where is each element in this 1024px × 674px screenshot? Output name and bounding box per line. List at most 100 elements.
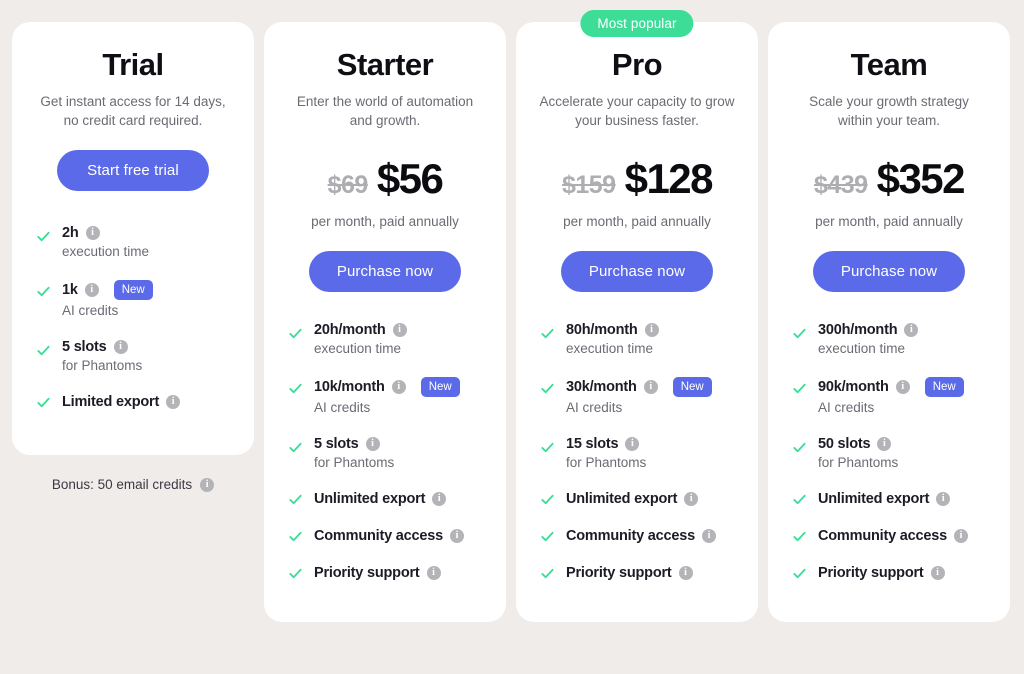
new-badge[interactable]: New <box>672 377 712 398</box>
feature-subtitle: for Phantoms <box>566 455 647 471</box>
purchase-now-button-starter[interactable]: Purchase now <box>309 251 461 293</box>
info-icon[interactable]: i <box>684 492 699 507</box>
feature-item: Unlimited export i <box>534 491 740 507</box>
feature-item: 20h/month i execution time <box>282 322 488 356</box>
price-note-pro: per month, paid annually <box>563 214 711 230</box>
feature-subtitle: AI credits <box>314 400 371 416</box>
plan-card-pro: Most popular Pro Accelerate your capacity … <box>516 10 758 623</box>
info-icon[interactable]: i <box>449 529 464 544</box>
info-icon[interactable]: i <box>365 437 380 452</box>
purchase-now-button-pro[interactable]: Purchase now <box>561 251 713 293</box>
info-icon[interactable]: i <box>113 340 128 355</box>
feature-title: 300h/month <box>818 322 898 339</box>
check-icon <box>288 326 303 341</box>
feature-title: Limited export <box>62 394 160 411</box>
feature-main-row: 30k/month i New <box>566 377 712 398</box>
price-original-pro: $159 <box>561 171 616 200</box>
info-icon[interactable]: i <box>953 529 968 544</box>
pricing-plans-grid: Trial Get instant access for 14 days, no … <box>0 0 1024 623</box>
info-icon[interactable]: i <box>85 226 100 241</box>
plan-title-team: Team <box>850 47 928 82</box>
feature-body: 80h/month i execution time <box>566 322 659 356</box>
feature-body: 2h i execution time <box>62 225 149 259</box>
feature-item: Priority support i <box>534 565 740 581</box>
feature-title: Community access <box>314 528 443 545</box>
feature-item: Priority support i <box>786 565 992 581</box>
plan-description-team: Scale your growth strategy within your t… <box>809 94 969 129</box>
feature-title: 15 slots <box>566 436 619 453</box>
price-original-starter: $69 <box>327 171 369 200</box>
feature-item: 5 slots i for Phantoms <box>30 339 236 373</box>
plan-column-team: Team Scale your growth strategy within yo… <box>768 22 1010 623</box>
plan-column-pro: Most popular Pro Accelerate your capacity … <box>516 10 758 623</box>
info-icon[interactable]: i <box>391 380 406 395</box>
bonus-row: Bonus: 50 email credits i <box>12 477 254 492</box>
feature-body: Priority support i <box>314 565 441 581</box>
info-icon[interactable]: i <box>678 566 693 581</box>
feature-title: Priority support <box>314 565 420 582</box>
price-note-starter: per month, paid annually <box>311 214 459 230</box>
plan-card-trial: Trial Get instant access for 14 days, no … <box>12 22 254 456</box>
info-icon[interactable]: i <box>432 492 447 507</box>
check-icon <box>792 326 807 341</box>
feature-main-row: Unlimited export i <box>566 491 699 507</box>
feature-subtitle: execution time <box>62 244 150 260</box>
most-popular-badge: Most popular <box>580 10 694 37</box>
info-icon[interactable]: i <box>625 437 640 452</box>
feature-main-row: Unlimited export i <box>818 491 951 508</box>
new-badge[interactable]: New <box>113 280 153 301</box>
feature-main-row: Community access i <box>566 528 716 544</box>
info-icon[interactable]: i <box>166 395 181 410</box>
purchase-now-button-team[interactable]: Purchase now <box>813 251 965 293</box>
feature-body: 5 slots i for Phantoms <box>314 436 394 470</box>
feature-subtitle: execution time <box>818 341 906 357</box>
check-icon <box>540 529 555 544</box>
feature-list-pro: 80h/month i execution time 30k/month i New AI … <box>534 322 740 581</box>
info-icon[interactable]: i <box>426 566 441 581</box>
new-badge[interactable]: New <box>924 377 964 398</box>
feature-main-row: Community access i <box>818 528 968 544</box>
feature-main-row: Unlimited export i <box>314 491 447 507</box>
feature-list-trial: 2h i execution time 1k i New AI credits 5 slots… <box>30 225 236 410</box>
price-current-starter: $56 <box>376 155 444 203</box>
feature-main-row: Community access i <box>314 528 464 544</box>
info-icon[interactable]: i <box>904 323 919 338</box>
feature-subtitle: for Phantoms <box>314 455 395 471</box>
info-icon[interactable]: i <box>84 283 99 298</box>
feature-body: Community access i <box>314 528 464 544</box>
plan-title-starter: Starter <box>336 47 434 82</box>
feature-title: 10k/month <box>314 379 385 396</box>
info-icon[interactable]: i <box>200 477 215 492</box>
info-icon[interactable]: i <box>895 380 910 395</box>
info-icon[interactable]: i <box>643 380 658 395</box>
plan-title-trial: Trial <box>102 47 164 82</box>
feature-body: Priority support i <box>566 565 693 581</box>
feature-body: 1k i New AI credits <box>62 280 153 318</box>
feature-title: 5 slots <box>314 436 359 453</box>
info-icon[interactable]: i <box>701 529 716 544</box>
feature-main-row: 2h i <box>62 225 149 241</box>
feature-subtitle: for Phantoms <box>62 358 143 374</box>
check-icon <box>792 529 807 544</box>
feature-main-row: 5 slots i <box>314 436 394 452</box>
info-icon[interactable]: i <box>936 492 951 507</box>
feature-list-starter: 20h/month i execution time 10k/month i New AI … <box>282 322 488 581</box>
info-icon[interactable]: i <box>930 566 945 581</box>
start-free-trial-button[interactable]: Start free trial <box>57 150 209 192</box>
feature-body: 50 slots i for Phantoms <box>818 436 898 470</box>
check-icon <box>36 229 51 244</box>
info-icon[interactable]: i <box>877 437 892 452</box>
check-icon <box>36 395 51 410</box>
feature-title: Unlimited export <box>818 491 930 508</box>
new-badge[interactable]: New <box>420 377 460 398</box>
plan-description-starter: Enter the world of automation and growth… <box>296 94 474 129</box>
feature-main-row: 90k/month i New <box>818 377 964 398</box>
feature-item: Unlimited export i <box>786 491 992 507</box>
info-icon[interactable]: i <box>644 323 659 338</box>
feature-item: 15 slots i for Phantoms <box>534 436 740 470</box>
info-icon[interactable]: i <box>392 323 407 338</box>
feature-body: Priority support i <box>818 565 945 581</box>
check-icon <box>288 529 303 544</box>
check-icon <box>792 381 807 396</box>
feature-item: Limited export i <box>30 394 236 410</box>
